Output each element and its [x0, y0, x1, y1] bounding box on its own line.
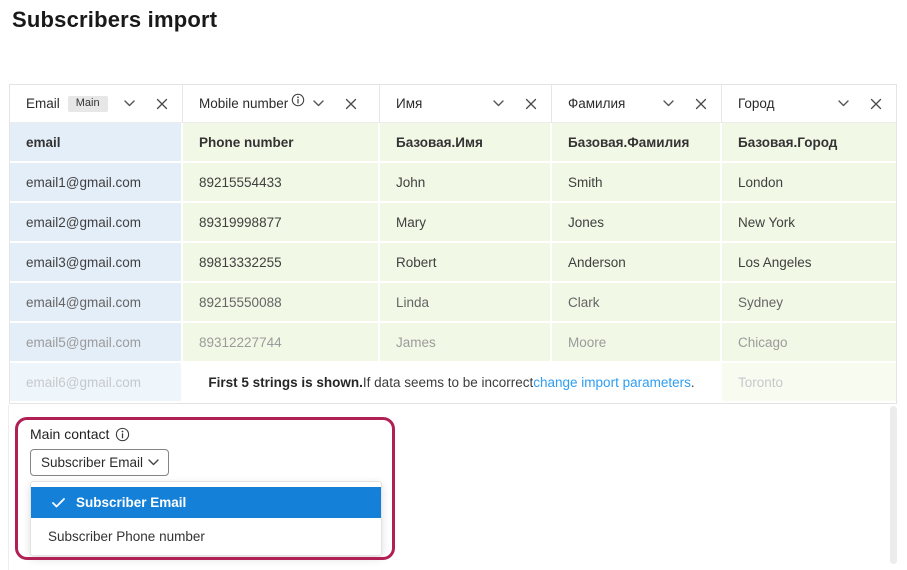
panel-left-border [8, 405, 9, 570]
chevron-down-icon[interactable] [838, 100, 849, 107]
change-import-parameters-link[interactable]: change import parameters [533, 375, 691, 390]
cell-city: Toronto [722, 363, 896, 403]
main-contact-label: Main contact [30, 426, 130, 442]
cell-city: Sydney [722, 283, 896, 323]
table-row: email3@gmail.com 89813332255 Robert Ande… [10, 243, 896, 283]
cell-phone: 89319998877 [183, 203, 380, 243]
cell-lastname: Moore [552, 323, 722, 363]
cell-field-lastname: Базовая.Фамилия [552, 123, 722, 163]
main-contact-selected-value: Subscriber Email [41, 455, 144, 470]
main-contact-dropdown: Subscriber Email Subscriber Phone number [30, 481, 382, 556]
close-icon[interactable] [695, 98, 707, 110]
cell-phone: 89215554433 [183, 163, 380, 203]
table-row: email1@gmail.com 89215554433 John Smith … [10, 163, 896, 203]
cell-field-email: email [10, 123, 183, 163]
option-subscriber-phone[interactable]: Subscriber Phone number [31, 518, 381, 555]
vertical-scrollbar[interactable] [890, 406, 897, 564]
cell-email: email2@gmail.com [10, 203, 183, 243]
cell-field-phone: Phone number [183, 123, 380, 163]
cell-firstname: James [380, 323, 552, 363]
column-header-firstname: Имя [380, 85, 552, 122]
cell-city: Chicago [722, 323, 896, 363]
table-row: email5@gmail.com 89312227744 James Moore… [10, 323, 896, 363]
table-row: email2@gmail.com 89319998877 Mary Jones … [10, 203, 896, 243]
chevron-down-icon[interactable] [124, 100, 135, 107]
chevron-down-icon[interactable] [493, 100, 504, 107]
cell-firstname: John [380, 163, 552, 203]
close-icon[interactable] [156, 98, 168, 110]
column-header-lastname: Фамилия [552, 85, 722, 122]
notice-text: If data seems to be incorrect [362, 374, 534, 390]
cell-firstname: Mary [380, 203, 552, 243]
notice-bold-text: First 5 strings is shown. [208, 374, 363, 390]
info-icon[interactable] [115, 427, 130, 442]
option-subscriber-email[interactable]: Subscriber Email [31, 487, 381, 518]
main-badge: Main [67, 95, 108, 112]
cell-lastname: Smith [552, 163, 722, 203]
cell-email: email1@gmail.com [10, 163, 183, 203]
option-label: Subscriber Phone number [48, 529, 205, 544]
cell-city: Los Angeles [722, 243, 896, 283]
check-icon [52, 497, 65, 508]
chevron-down-icon [148, 459, 159, 466]
column-label-lastname: Фамилия [568, 96, 626, 111]
close-icon[interactable] [525, 98, 537, 110]
notice-suffix: . [690, 374, 695, 390]
cell-city: London [722, 163, 896, 203]
cell-lastname: Clark [552, 283, 722, 323]
info-icon[interactable] [291, 93, 305, 107]
page-title: Subscribers import [12, 7, 218, 32]
cell-field-city: Базовая.Город [722, 123, 896, 163]
cell-email: email3@gmail.com [10, 243, 183, 283]
column-label-city: Город [738, 96, 775, 111]
close-icon[interactable] [345, 98, 357, 110]
cell-field-firstname: Базовая.Имя [380, 123, 552, 163]
cell-phone: 89312227744 [183, 323, 380, 363]
column-label-mobile: Mobile number [199, 96, 289, 111]
cell-firstname: Linda [380, 283, 552, 323]
column-label-firstname: Имя [396, 96, 423, 111]
main-contact-select[interactable]: Subscriber Email [30, 449, 169, 476]
table-row-truncated: email6@gmail.com First 5 strings is show… [10, 363, 896, 403]
main-contact-label-text: Main contact [30, 426, 110, 442]
cell-city: New York [722, 203, 896, 243]
cell-phone: 89215550088 [183, 283, 380, 323]
cell-email: email4@gmail.com [10, 283, 183, 323]
column-header-city: Город [722, 85, 896, 122]
cell-phone: 89813332255 [183, 243, 380, 283]
field-name-row: email Phone number Базовая.Имя Базовая.Ф… [10, 123, 896, 163]
column-selector-row: Email Main Mobile number Имя Фамилия Гор… [10, 85, 896, 123]
cell-lastname: Anderson [552, 243, 722, 283]
column-header-email: Email Main [10, 85, 183, 122]
cell-firstname: Robert [380, 243, 552, 283]
cell-lastname: Jones [552, 203, 722, 243]
column-header-mobile: Mobile number [183, 85, 380, 122]
import-preview-table: Email Main Mobile number Имя Фамилия Гор… [9, 84, 897, 404]
table-row: email4@gmail.com 89215550088 Linda Clark… [10, 283, 896, 323]
cell-email: email6@gmail.com [10, 363, 183, 403]
close-icon[interactable] [870, 98, 882, 110]
chevron-down-icon[interactable] [663, 100, 674, 107]
column-label-email: Email [26, 96, 60, 111]
chevron-down-icon[interactable] [313, 100, 324, 107]
cell-email: email5@gmail.com [10, 323, 183, 363]
truncation-notice: First 5 strings is shown. If data seems t… [183, 363, 722, 403]
option-label: Subscriber Email [76, 495, 187, 510]
